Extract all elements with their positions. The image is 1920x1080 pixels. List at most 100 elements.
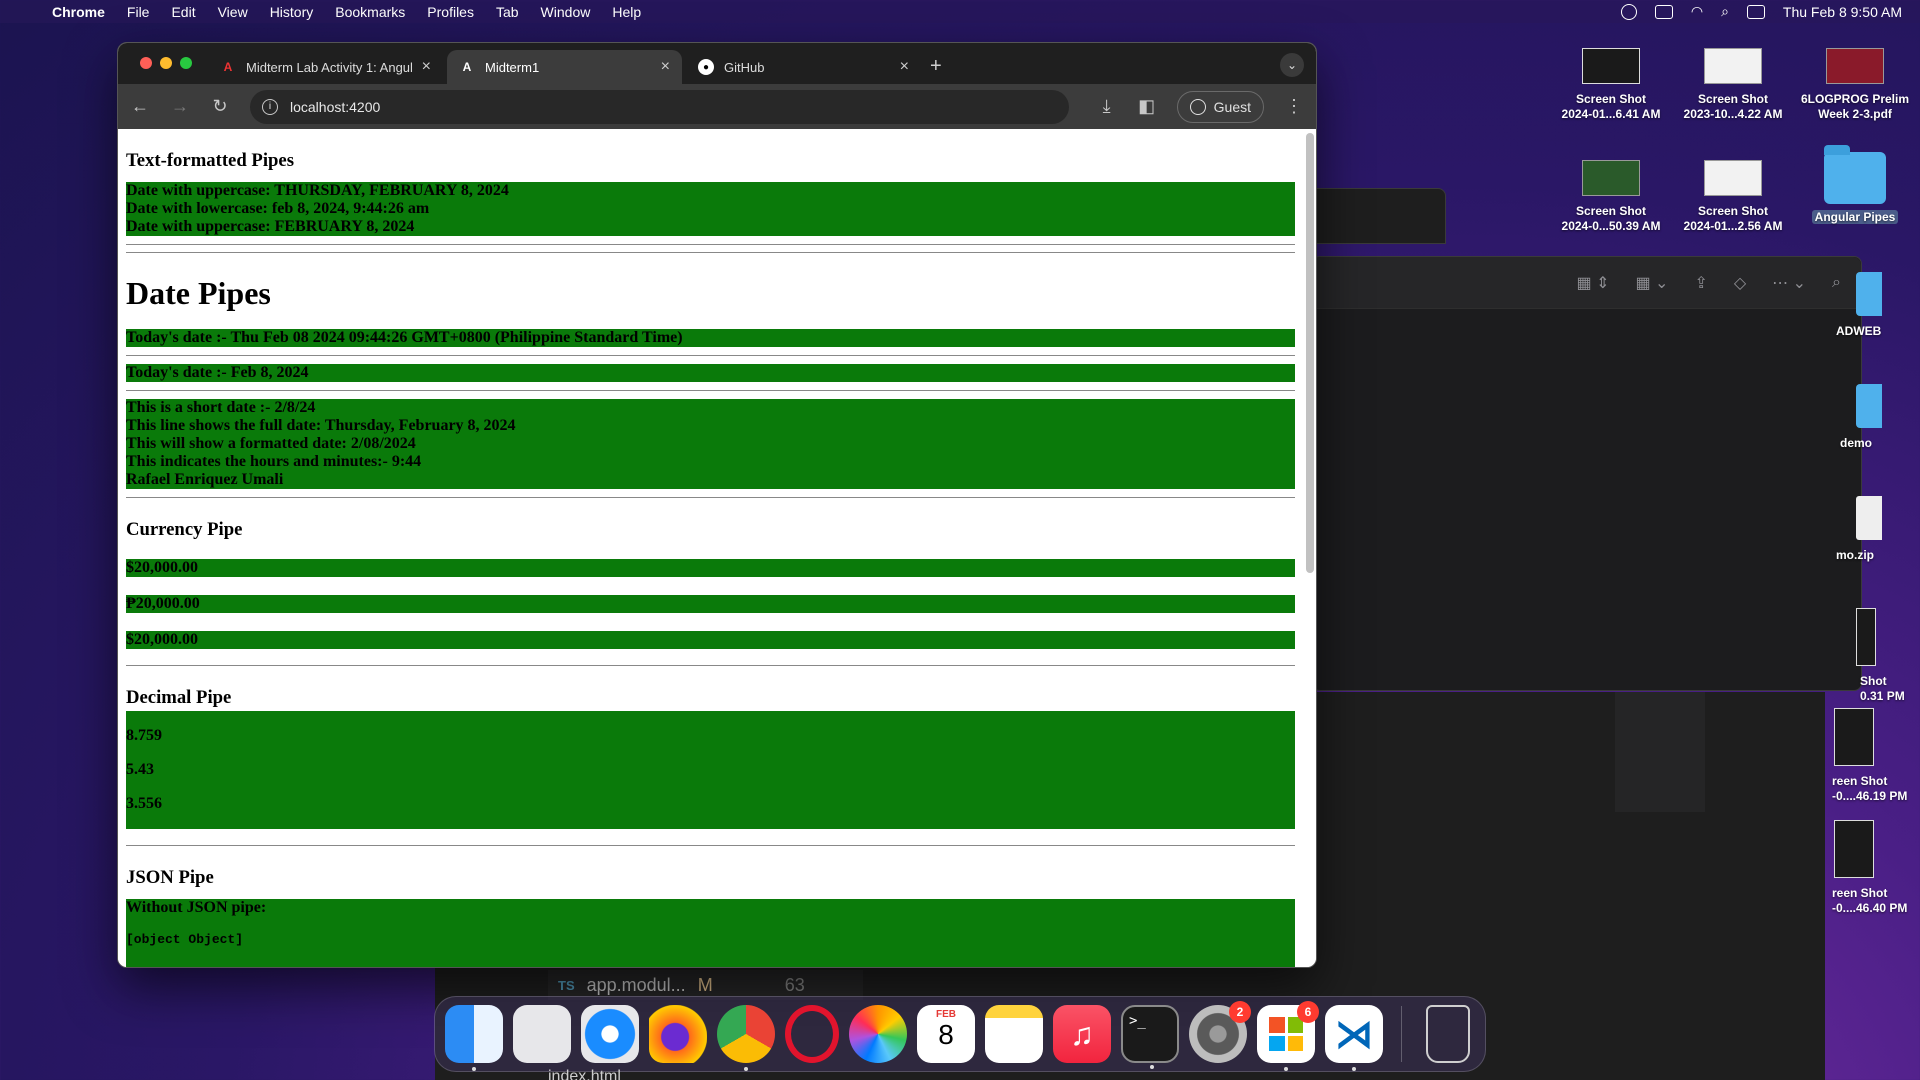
desktop-file-screenshot-2[interactable]: Screen Shot 2023-10...4.22 AM — [1668, 48, 1798, 122]
menu-window[interactable]: Window — [541, 4, 591, 20]
github-icon: ● — [698, 59, 714, 75]
menu-app-name[interactable]: Chrome — [52, 4, 105, 20]
music-icon[interactable]: ♫ — [1053, 1005, 1111, 1063]
tab-midterm-lab-activity[interactable]: A Midterm Lab Activity 1: Angul × — [208, 50, 443, 84]
divider — [126, 355, 1295, 356]
control-center-icon[interactable] — [1746, 4, 1765, 19]
more-menu-icon[interactable]: ⋮ — [1284, 96, 1304, 117]
share-icon[interactable]: ⇪ — [1694, 273, 1707, 293]
screenshot-thumbnail-icon — [1834, 708, 1874, 766]
forward-button[interactable]: → — [170, 96, 190, 117]
desktop-file-pdf[interactable]: 6LOGPROG Prelim Week 2-3.pdf — [1790, 48, 1920, 122]
photos-icon[interactable] — [849, 1005, 907, 1063]
menu-edit[interactable]: Edit — [171, 4, 195, 20]
menu-history[interactable]: History — [270, 4, 314, 20]
close-tab-icon[interactable]: × — [900, 58, 909, 76]
desktop-folder-demo[interactable]: demo — [1840, 384, 1882, 451]
menu-profiles[interactable]: Profiles — [427, 4, 474, 20]
back-button[interactable]: ← — [130, 96, 150, 117]
desktop-file-screenshot-5[interactable]: Shot 0.31 PM — [1834, 608, 1905, 704]
guest-profile-icon — [1189, 98, 1206, 115]
desktop-folder-label: ADWEB — [1836, 324, 1882, 338]
desktop-file-screenshot-1[interactable]: Screen Shot 2024-01...6.41 AM — [1546, 48, 1676, 122]
tab-midterm1[interactable]: A Midterm1 × — [447, 50, 682, 84]
side-panel-icon[interactable]: ◧ — [1137, 96, 1157, 117]
trash-icon[interactable] — [1426, 1005, 1470, 1063]
safari-icon[interactable] — [581, 1005, 639, 1063]
address-bar[interactable]: i localhost:4200 — [250, 89, 1069, 124]
settings-badge: 2 — [1229, 1001, 1251, 1023]
menu-tab[interactable]: Tab — [496, 4, 519, 20]
editor-line-number: 63 — [784, 974, 805, 995]
desktop-file-zip[interactable]: mo.zip — [1836, 496, 1882, 563]
divider — [126, 497, 1295, 498]
running-indicator — [472, 1067, 476, 1071]
date-format-line: This indicates the hours and minutes:- 9… — [126, 453, 422, 470]
terminal-icon[interactable]: >_ — [1121, 1005, 1179, 1069]
tab-bar: A Midterm Lab Activity 1: Angul × A Midt… — [118, 43, 1316, 84]
author-name: Rafael Enriquez Umali — [126, 471, 284, 488]
page-scrollbar[interactable] — [1306, 133, 1314, 573]
desktop-file-screenshot-4[interactable]: Screen Shot 2024-01...2.56 AM — [1668, 160, 1798, 234]
menu-bookmarks[interactable]: Bookmarks — [335, 4, 405, 20]
opera-icon[interactable] — [785, 1005, 839, 1063]
chrome-icon[interactable] — [717, 1005, 775, 1071]
desktop-file-label: 0.31 PM — [1860, 689, 1905, 703]
window-controls — [140, 57, 192, 69]
system-settings-icon[interactable]: 2 — [1189, 1001, 1251, 1063]
spotlight-search-icon[interactable]: ⌕ — [1721, 3, 1729, 20]
tag-icon[interactable]: ◇ — [1734, 273, 1746, 293]
profile-label: Guest — [1213, 98, 1251, 115]
menu-clock[interactable]: Thu Feb 8 9:50 AM — [1783, 4, 1902, 20]
menu-file[interactable]: File — [127, 4, 150, 20]
wifi-icon[interactable]: ◠ — [1691, 3, 1703, 20]
text-pipe-line: Date with lowercase: feb 8, 2024, 9:44:2… — [126, 200, 430, 217]
more-actions-icon[interactable]: ⋯ ⌄ — [1772, 273, 1806, 293]
download-icon[interactable]: ⤓ — [1097, 96, 1117, 117]
currency-usd-box: $20,000.00 — [126, 559, 1295, 577]
desktop-file-screenshot-6[interactable]: reen Shot -0....46.19 PM — [1832, 708, 1907, 804]
zoom-window-button[interactable] — [180, 57, 192, 69]
site-info-icon[interactable]: i — [262, 98, 278, 115]
firefox-icon[interactable] — [649, 1005, 707, 1063]
close-window-button[interactable] — [140, 57, 152, 69]
divider — [126, 665, 1295, 666]
url-text[interactable]: localhost:4200 — [290, 99, 380, 115]
notes-icon[interactable] — [985, 1005, 1043, 1063]
tab-github[interactable]: ● GitHub × — [686, 50, 921, 84]
menu-view[interactable]: View — [218, 4, 248, 20]
screenshot-thumbnail-icon — [1834, 820, 1874, 878]
chrome-window: A Midterm Lab Activity 1: Angul × A Midt… — [117, 42, 1317, 968]
menu-help[interactable]: Help — [612, 4, 641, 20]
desktop-file-screenshot-3[interactable]: Screen Shot 2024-0...50.39 AM — [1546, 160, 1676, 234]
close-tab-icon[interactable]: × — [661, 58, 670, 76]
input-menu-icon[interactable] — [1654, 4, 1673, 19]
desktop-folder-angular-pipes[interactable]: Angular Pipes — [1790, 145, 1920, 225]
creative-cloud-icon[interactable] — [1620, 3, 1637, 20]
tab-search-chevron-icon[interactable]: ⌄ — [1280, 53, 1304, 77]
calendar-icon[interactable]: FEB 8 — [917, 1005, 975, 1063]
vscode-icon[interactable]: ⋊ — [1325, 1005, 1383, 1071]
running-indicator — [1352, 1067, 1356, 1071]
date-today-line: Today's date :- Feb 8, 2024 — [126, 364, 309, 381]
group-icon[interactable]: ▦ ⌄ — [1635, 273, 1668, 293]
desktop-folder-adweb[interactable]: ADWEB — [1836, 272, 1882, 339]
finder-toolbar: ▦ ⇕ ▦ ⌄ ⇪ ◇ ⋯ ⌄ ⌕ — [1313, 257, 1861, 309]
profile-button[interactable]: Guest — [1176, 90, 1264, 123]
microsoft-store-icon[interactable]: 6 — [1257, 1001, 1319, 1071]
close-tab-icon[interactable]: × — [422, 58, 431, 76]
divider — [126, 252, 1295, 253]
finder-icon[interactable] — [445, 1005, 503, 1071]
dock: FEB 8 ♫ >_ 2 6 ⋊ — [434, 996, 1486, 1072]
new-tab-button[interactable]: + — [930, 55, 942, 78]
minimize-window-button[interactable] — [160, 57, 172, 69]
reload-button[interactable]: ↻ — [210, 96, 230, 117]
desktop-file-screenshot-7[interactable]: reen Shot -0....46.40 PM — [1832, 820, 1907, 916]
desktop-file-label: Week 2-3.pdf — [1818, 107, 1892, 121]
desktop-folder-label: Angular Pipes — [1811, 210, 1899, 224]
json-value: [object Object] — [126, 932, 244, 947]
desktop-file-label: Screen Shot — [1575, 204, 1647, 218]
view-options-icon[interactable]: ▦ ⇕ — [1577, 273, 1610, 293]
currency-usd-box-2: $20,000.00 — [126, 631, 1295, 649]
launchpad-icon[interactable] — [513, 1005, 571, 1063]
